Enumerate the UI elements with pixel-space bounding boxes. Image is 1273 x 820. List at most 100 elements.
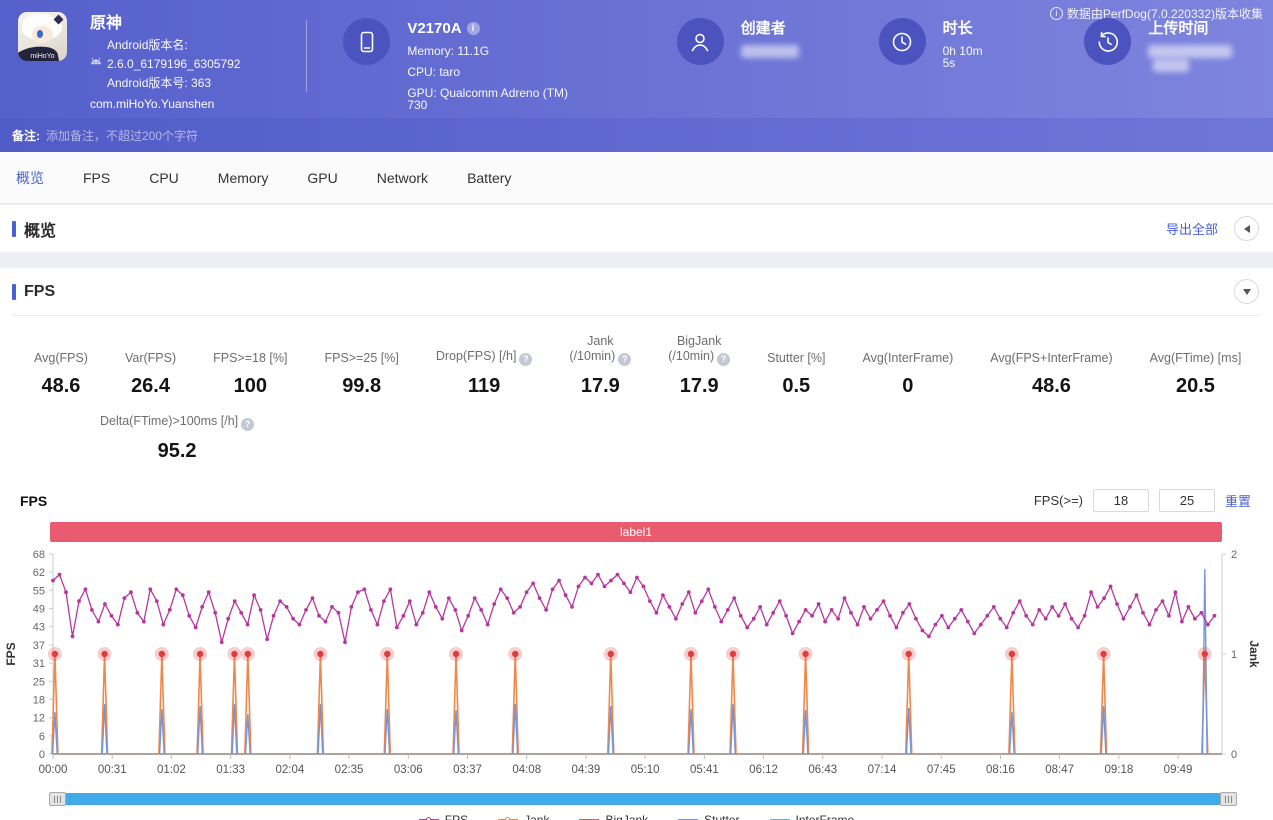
- legend-item-interframe[interactable]: InterFrame: [770, 813, 855, 820]
- fps-metrics-row2: Delta(FTime)>100ms [/h]?95.2: [0, 398, 1273, 463]
- svg-text:12: 12: [33, 713, 45, 725]
- svg-text:55: 55: [33, 585, 45, 597]
- metric-bigjank: BigJank(/10min)?17.9: [668, 334, 730, 398]
- game-title: 原神: [90, 12, 240, 32]
- svg-text:05:10: 05:10: [631, 764, 660, 776]
- svg-text:37: 37: [33, 640, 45, 652]
- reset-button[interactable]: 重置: [1225, 491, 1251, 510]
- legend-item-stutter[interactable]: Stutter: [678, 813, 739, 820]
- svg-text:09:49: 09:49: [1164, 764, 1193, 776]
- help-icon[interactable]: ?: [519, 353, 532, 366]
- svg-text:25: 25: [33, 676, 45, 688]
- svg-text:43: 43: [33, 622, 45, 634]
- fps-section-title: FPS: [12, 283, 55, 301]
- metric-value: 17.9: [569, 375, 631, 398]
- android-version-line: 2.6.0_6179196_6305792: [90, 58, 240, 70]
- svg-text:18: 18: [33, 694, 45, 706]
- creator-label: 创建者: [741, 18, 799, 36]
- tab-GPU[interactable]: GPU: [307, 170, 337, 186]
- device-info-icon[interactable]: i: [467, 22, 480, 35]
- tab-Memory[interactable]: Memory: [218, 170, 269, 186]
- legend-item-fps[interactable]: FPS: [419, 813, 468, 820]
- remark-label: 备注:: [12, 127, 40, 144]
- collapse-fps-button[interactable]: [1234, 279, 1259, 304]
- metric-delta-ftime-100ms-h-: Delta(FTime)>100ms [/h]?95.2: [100, 414, 254, 463]
- history-icon: [1084, 18, 1131, 65]
- package-name: com.miHoYo.Yuanshen: [90, 98, 240, 110]
- svg-text:08:16: 08:16: [986, 764, 1015, 776]
- device-memory: Memory: 11.1G: [407, 45, 586, 57]
- chart-label-banner[interactable]: label1: [50, 522, 1222, 542]
- upload-time-redacted: [1153, 59, 1189, 72]
- scrollbar-right-handle[interactable]: [1220, 792, 1237, 806]
- svg-text:2: 2: [1231, 549, 1237, 561]
- game-info-block: miHoYo 原神 Android版本名: 2.6.0_6179196_6305…: [0, 0, 306, 110]
- help-icon[interactable]: ?: [717, 353, 730, 366]
- metric-value: 99.8: [324, 375, 398, 398]
- section-gap: [0, 252, 1273, 268]
- scrollbar-left-handle[interactable]: [49, 792, 66, 806]
- metric-value: 48.6: [990, 375, 1112, 398]
- metric-value: 0: [862, 375, 953, 398]
- svg-text:04:08: 04:08: [512, 764, 541, 776]
- duration-block: 时长 0h 10m 5s: [879, 0, 997, 69]
- svg-text:06:43: 06:43: [808, 764, 837, 776]
- svg-text:62: 62: [33, 567, 45, 579]
- chart-range-scrollbar[interactable]: [50, 793, 1236, 805]
- phone-icon: [343, 18, 390, 65]
- tab-Network[interactable]: Network: [377, 170, 428, 186]
- svg-text:06:12: 06:12: [749, 764, 778, 776]
- help-icon[interactable]: ?: [241, 418, 254, 431]
- remark-placeholder[interactable]: 添加备注，不超过200个字符: [46, 127, 198, 144]
- fps-chart[interactable]: 6862554943373125181260FPS210Jank00:0000:…: [0, 544, 1273, 785]
- metric-value: 48.6: [34, 375, 88, 398]
- info-icon: i: [1050, 7, 1063, 20]
- game-icon-brand: miHoYo: [18, 53, 67, 60]
- clock-icon: [879, 18, 926, 65]
- export-all-button[interactable]: 导出全部: [1166, 219, 1218, 238]
- svg-text:05:41: 05:41: [690, 764, 719, 776]
- metric-value: 95.2: [100, 440, 254, 463]
- android-version-label: Android版本名:: [90, 39, 240, 51]
- metric-drop-fps-h-: Drop(FPS) [/h]?119: [436, 349, 533, 398]
- legend-item-bigjank[interactable]: BigJank: [579, 813, 648, 820]
- svg-text:0: 0: [1231, 749, 1237, 761]
- metric-fps-25-: FPS>=25 [%]99.8: [324, 351, 398, 398]
- metric-avg-fps-: Avg(FPS)48.6: [34, 351, 88, 398]
- user-icon: [677, 18, 724, 65]
- metric-value: 20.5: [1150, 375, 1242, 398]
- fps-threshold-max-input[interactable]: [1159, 489, 1215, 512]
- metric-stutter-: Stutter [%]0.5: [767, 351, 825, 398]
- metric-avg-interframe-: Avg(InterFrame)0: [862, 351, 953, 398]
- metric-value: 17.9: [668, 375, 730, 398]
- remark-bar[interactable]: 备注: 添加备注，不超过200个字符: [0, 118, 1273, 152]
- metric-fps-18-: FPS>=18 [%]100: [213, 351, 287, 398]
- metric-var-fps-: Var(FPS)26.4: [125, 351, 176, 398]
- help-icon[interactable]: ?: [618, 353, 631, 366]
- fps-threshold-filter: FPS(>=) 重置: [1034, 489, 1251, 512]
- device-cpu: CPU: taro: [407, 66, 586, 78]
- legend-item-jank[interactable]: Jank: [498, 813, 549, 820]
- metric-value: 26.4: [125, 375, 176, 398]
- svg-text:04:39: 04:39: [572, 764, 601, 776]
- app-header: i 数据由PerfDog(7.0.220332)版本收集 miHoYo 原神 A…: [0, 0, 1273, 118]
- metric-jank: Jank(/10min)?17.9: [569, 334, 631, 398]
- tab-概览[interactable]: 概览: [16, 168, 44, 188]
- header-divider: [306, 20, 307, 92]
- overview-card: 概览 导出全部: [0, 205, 1273, 252]
- collapse-overview-button[interactable]: [1234, 216, 1259, 241]
- tab-CPU[interactable]: CPU: [149, 170, 179, 186]
- metric-value: 0.5: [767, 375, 825, 398]
- tab-Battery[interactable]: Battery: [467, 170, 511, 186]
- device-block: V2170A i Memory: 11.1G CPU: taro GPU: Qu…: [343, 0, 586, 111]
- svg-text:1: 1: [1231, 649, 1237, 661]
- fps-card: FPS Avg(FPS)48.6 Var(FPS)26.4 FPS>=18 [%]1…: [0, 268, 1273, 820]
- triangle-down-icon: [1243, 289, 1251, 295]
- fps-threshold-min-input[interactable]: [1093, 489, 1149, 512]
- svg-text:03:37: 03:37: [453, 764, 482, 776]
- svg-text:01:33: 01:33: [216, 764, 245, 776]
- svg-text:00:31: 00:31: [98, 764, 127, 776]
- tab-FPS[interactable]: FPS: [83, 170, 110, 186]
- svg-text:Jank: Jank: [1247, 640, 1261, 668]
- svg-text:0: 0: [39, 749, 45, 761]
